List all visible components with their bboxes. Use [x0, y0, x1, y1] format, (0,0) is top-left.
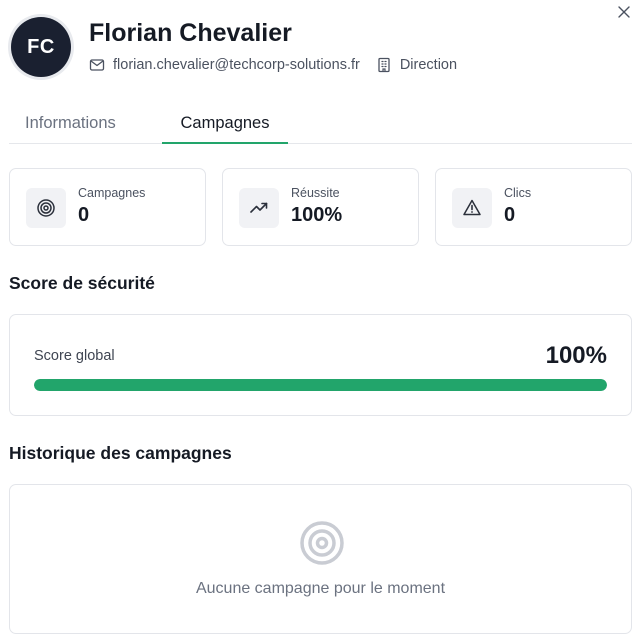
avatar: FC	[11, 17, 71, 77]
email-text: florian.chevalier@techcorp-solutions.fr	[113, 57, 360, 73]
score-value: 100%	[545, 342, 607, 369]
profile-email: florian.chevalier@techcorp-solutions.fr	[89, 57, 360, 73]
profile-identity: Florian Chevalier florian.chevalier@tech…	[89, 18, 457, 73]
profile-department: Direction	[376, 57, 457, 73]
stat-icon-box	[452, 188, 492, 228]
profile-header: FC Florian Chevalier florian.chevalier@t…	[11, 17, 457, 77]
profile-meta: florian.chevalier@techcorp-solutions.fr …	[89, 57, 457, 73]
stat-label: Campagnes	[78, 186, 146, 200]
security-score-card: Score global 100%	[9, 314, 632, 416]
close-icon	[618, 6, 630, 18]
building-icon	[378, 57, 390, 73]
history-section-title: Historique des campagnes	[9, 443, 232, 463]
mail-icon	[89, 59, 105, 71]
department-text: Direction	[399, 57, 458, 73]
stat-icon-box	[26, 188, 66, 228]
profile-name: Florian Chevalier	[89, 19, 292, 47]
tab-bar: Informations Campagnes	[9, 107, 632, 144]
stat-card-campagnes: Campagnes 0	[9, 168, 206, 246]
stat-value: 100%	[291, 204, 343, 226]
target-icon	[37, 199, 55, 217]
campaign-history-card: Aucune campagne pour le moment	[9, 484, 632, 634]
score-progress-fill	[34, 379, 607, 391]
close-button[interactable]	[618, 6, 634, 22]
stat-label: Réussite	[291, 186, 340, 200]
security-section-title: Score de sécurité	[9, 273, 155, 293]
score-label: Score global	[34, 348, 115, 364]
stat-value: 0	[504, 204, 516, 226]
tab-informations[interactable]: Informations	[9, 107, 162, 144]
target-icon	[300, 521, 344, 565]
stat-label: Clics	[504, 186, 532, 200]
alert-triangle-icon	[463, 199, 481, 216]
score-progress-track	[34, 379, 607, 391]
stat-value: 0	[78, 204, 90, 226]
stat-card-reussite: Réussite 100%	[222, 168, 419, 246]
trending-up-icon	[250, 202, 268, 213]
tab-campagnes[interactable]: Campagnes	[162, 107, 288, 144]
stat-icon-box	[239, 188, 279, 228]
stat-card-clics: Clics 0	[435, 168, 632, 246]
empty-state-text: Aucune campagne pour le moment	[195, 580, 446, 597]
